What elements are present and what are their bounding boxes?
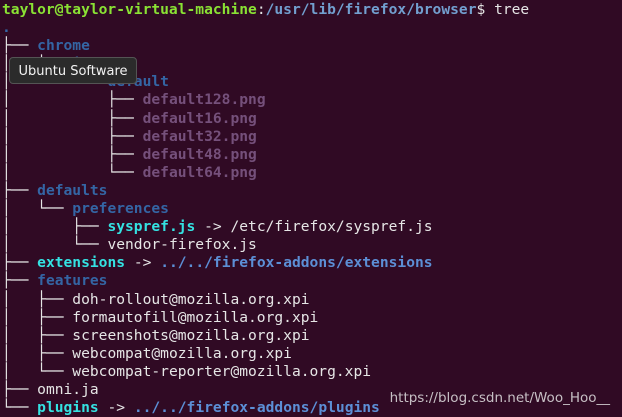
tree-branch: │ ├── <box>2 127 143 145</box>
tree-branch: └── <box>2 399 38 417</box>
file-screenshots: screenshots@mozilla.org.xpi <box>72 326 310 344</box>
symlink-arrow: -> <box>98 399 134 417</box>
prompt-line: taylor@taylor-virtual-machine:/usr/lib/f… <box>2 1 622 19</box>
tree-branch: │ └── <box>2 362 73 380</box>
symlink-syspref: syspref.js <box>107 218 196 236</box>
tree-row-file: │ ├── default16.png <box>2 110 622 128</box>
dir-defaults: defaults <box>37 181 108 199</box>
prompt-command: tree <box>494 1 530 18</box>
tree-branch: │ ├── <box>2 344 73 362</box>
dir-chrome: chrome <box>37 37 90 55</box>
file-webcompat: webcompat@mozilla.org.xpi <box>72 344 292 362</box>
prompt-user-host: taylor@taylor-virtual-machine <box>2 1 257 18</box>
tree-row-preferences: │ └── preferences <box>2 200 622 218</box>
tree-branch: │ ├── <box>2 109 143 127</box>
tree-row-xpi: │ ├── formautofill@mozilla.org.xpi <box>2 309 622 327</box>
watermark: https://blog.csdn.net/Woo_Hoo__ <box>389 390 610 406</box>
dir-features: features <box>37 272 108 290</box>
tree-branch: ├── <box>2 254 38 272</box>
prompt-separator: : <box>256 1 266 18</box>
symlink-arrow: -> <box>125 254 161 272</box>
dock-tooltip: Ubuntu Software <box>9 57 137 84</box>
tree-row-extensions: ├── extensions -> ../../firefox-addons/e… <box>2 254 622 272</box>
tree-root: . <box>2 19 622 37</box>
tree-branch: │ └── <box>2 163 143 181</box>
file-default16: default16.png <box>142 109 257 127</box>
symlink-target: ../../firefox-addons/plugins <box>133 399 380 417</box>
tree-branch: │ └── <box>2 200 73 218</box>
file-vendor-firefox: vendor-firefox.js <box>107 236 257 254</box>
file-omni: omni.ja <box>37 380 99 398</box>
tree-row-vendor: │ └── vendor-firefox.js <box>2 236 622 254</box>
file-default128: default128.png <box>142 91 266 109</box>
tree-row-features: ├── features <box>2 272 622 290</box>
tree-row-xpi: │ └── webcompat-reporter@mozilla.org.xpi <box>2 363 622 381</box>
tree-branch: ├── <box>2 37 38 55</box>
file-webcompat-reporter: webcompat-reporter@mozilla.org.xpi <box>72 362 372 380</box>
tree-branch: │ ├── <box>2 218 108 236</box>
tree-row-xpi: │ ├── doh-rollout@mozilla.org.xpi <box>2 291 622 309</box>
symlink-arrow: -> <box>195 218 231 236</box>
file-default48: default48.png <box>142 145 257 163</box>
symlink-plugins: plugins <box>37 399 99 417</box>
tree-branch: │ └── <box>2 236 108 254</box>
prompt-symbol: $ <box>476 1 495 18</box>
file-doh-rollout: doh-rollout@mozilla.org.xpi <box>72 290 310 308</box>
tree-row-syspref: │ ├── syspref.js -> /etc/firefox/syspref… <box>2 218 622 236</box>
tree-row-chrome: ├── chrome <box>2 37 622 55</box>
tree-row-defaults: ├── defaults <box>2 182 622 200</box>
symlink-extensions: extensions <box>37 254 126 272</box>
tree-branch: ├── <box>2 272 38 290</box>
tree-branch: │ ├── <box>2 290 73 308</box>
tree-row-file: │ ├── default128.png <box>2 91 622 109</box>
tree-row-file: │ ├── default48.png <box>2 146 622 164</box>
tree-row-xpi: │ ├── screenshots@mozilla.org.xpi <box>2 327 622 345</box>
tree-branch: │ ├── <box>2 145 143 163</box>
tree-branch: │ ├── <box>2 308 73 326</box>
dir-preferences: preferences <box>72 200 169 218</box>
symlink-target: /etc/firefox/syspref.js <box>230 218 433 236</box>
tree-branch: ├── <box>2 181 38 199</box>
file-formautofill: formautofill@mozilla.org.xpi <box>72 308 319 326</box>
tree-branch: │ ├── <box>2 91 143 109</box>
file-default64: default64.png <box>142 163 257 181</box>
tree-root-dot: . <box>2 19 11 37</box>
symlink-target: ../../firefox-addons/extensions <box>160 254 433 272</box>
tree-branch: ├── <box>2 380 38 398</box>
tree-row-file: │ ├── default32.png <box>2 128 622 146</box>
tree-branch: │ ├── <box>2 326 73 344</box>
tree-row-xpi: │ ├── webcompat@mozilla.org.xpi <box>2 345 622 363</box>
file-default32: default32.png <box>142 127 257 145</box>
tree-row-file: │ └── default64.png <box>2 164 622 182</box>
prompt-cwd: /usr/lib/firefox/browser <box>265 1 477 18</box>
